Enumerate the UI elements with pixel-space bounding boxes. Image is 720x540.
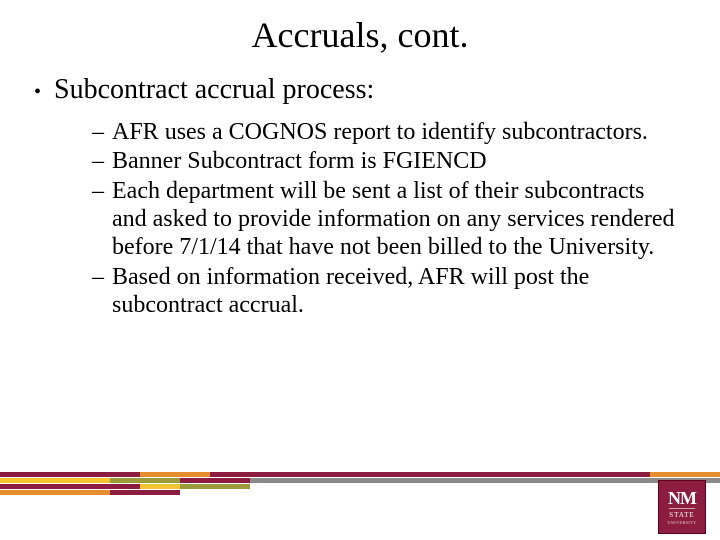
sub-text: AFR uses a COGNOS report to identify sub… (112, 118, 680, 146)
list-item: – Based on information received, AFR wil… (92, 263, 680, 320)
bullet-dot-icon: • (34, 75, 54, 109)
dash-icon: – (92, 177, 112, 205)
nmsu-logo: NM STATE UNIVERSITY (658, 480, 706, 534)
sub-text: Each department will be sent a list of t… (112, 177, 680, 262)
bar-icon (650, 472, 720, 477)
logo-line-1: NM (668, 490, 696, 506)
bar-icon (0, 472, 140, 477)
bar-icon (250, 478, 720, 483)
bar-icon (140, 484, 180, 489)
dash-icon: – (92, 263, 112, 291)
bar-icon (0, 490, 110, 495)
list-item: – Each department will be sent a list of… (92, 177, 680, 262)
footer-bars (0, 472, 720, 498)
bar-icon (110, 478, 180, 483)
bar-icon (140, 472, 210, 477)
logo-line-2: STATE (669, 508, 694, 519)
bar-icon (180, 484, 250, 489)
slide: Accruals, cont. • Subcontract accrual pr… (0, 0, 720, 540)
sub-text: Based on information received, AFR will … (112, 263, 680, 320)
bar-icon (0, 484, 140, 489)
bar-icon (0, 478, 110, 483)
dash-icon: – (92, 118, 112, 146)
content-area: • Subcontract accrual process: – AFR use… (34, 74, 680, 320)
slide-title: Accruals, cont. (0, 0, 720, 56)
bar-icon (180, 478, 250, 483)
sub-list: – AFR uses a COGNOS report to identify s… (92, 118, 680, 319)
logo-line-3: UNIVERSITY (668, 520, 697, 525)
bar-icon (110, 490, 180, 495)
sub-text: Banner Subcontract form is FGIENCD (112, 147, 680, 175)
dash-icon: – (92, 147, 112, 175)
bar-icon (210, 472, 650, 477)
bullet-text: Subcontract accrual process: (54, 74, 680, 106)
list-item: – AFR uses a COGNOS report to identify s… (92, 118, 680, 146)
list-item: – Banner Subcontract form is FGIENCD (92, 147, 680, 175)
bullet-item: • Subcontract accrual process: (34, 74, 680, 108)
